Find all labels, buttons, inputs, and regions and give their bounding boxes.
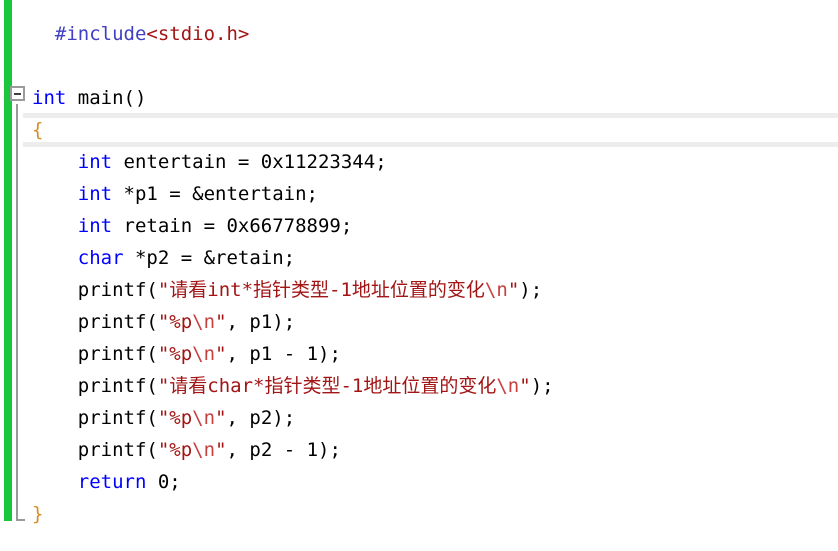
code-token-string: " [519,375,531,397]
code-token-keyword: char [77,247,124,269]
code-line[interactable]: return 0; [0,466,838,498]
code-token-plain: ); [530,375,554,397]
code-token-plain: printf( [77,439,158,461]
code-token-matching-brace: } [32,503,44,525]
code-token-plain: , p1 - 1); [226,343,341,365]
code-token-string: "%p [157,439,193,461]
code-token-string: " [215,311,227,333]
code-token-plain: , p1); [226,311,296,333]
code-token-plain: entertain = 0x11223344; [112,151,387,173]
code-token-keyword: int [77,183,113,205]
code-editor[interactable]: #include<stdio.h> int main() { int enterta… [0,0,838,551]
code-line[interactable]: int retain = 0x66778899; [0,210,838,242]
code-token-plain: printf( [77,375,158,397]
code-line[interactable]: printf("请看char*指针类型-1地址位置的变化\n"); [0,370,838,402]
code-token-keyword: int [77,151,113,173]
code-token-plain: , p2); [226,407,296,429]
code-token-plain: retain = 0x66778899; [112,215,353,237]
code-token-escape: \n [484,279,508,301]
code-token-plain: *p2 = &retain; [123,247,296,269]
code-token-string: "%p [157,311,193,333]
code-token-plain: *p1 = &entertain; [112,183,318,205]
code-line[interactable]: printf("%p\n", p1); [0,306,838,338]
code-token-string: "请看char*指针类型-1地址位置的变化 [157,375,497,397]
code-token-plain: printf( [77,407,158,429]
code-token-string: " [215,343,227,365]
code-token-escape: \n [192,343,216,365]
code-token-string: " [507,279,520,301]
code-token-matching-brace: { [32,119,44,141]
code-token-plain: printf( [77,279,158,301]
code-token-keyword: int [32,87,67,109]
code-line[interactable]: printf("%p\n", p2); [0,402,838,434]
code-token-escape: \n [192,311,216,333]
code-line[interactable]: printf("%p\n", p2 - 1); [0,434,838,466]
code-token-escape: \n [192,439,216,461]
code-text-area[interactable]: #include<stdio.h> int main() { int enterta… [0,0,838,551]
code-token-plain: , p2 - 1); [226,439,341,461]
code-token-preprocessor: #include [54,23,147,45]
code-line[interactable]: printf("%p\n", p1 - 1); [0,338,838,370]
code-token-plain: main() [66,87,147,109]
code-token-header: <stdio.h> [146,23,250,45]
code-token-string: "请看int*指针类型-1地址位置的变化 [157,279,485,301]
code-token-keyword: int [77,215,113,237]
code-token-plain: ); [519,279,543,301]
code-token-string: " [215,407,227,429]
code-token-keyword: return [77,471,147,493]
code-token-escape: \n [496,375,520,397]
code-line[interactable]: { [0,114,838,146]
code-token-escape: \n [192,407,216,429]
code-line[interactable]: int entertain = 0x11223344; [0,146,838,178]
code-line[interactable] [0,50,838,82]
code-line[interactable]: int *p1 = &entertain; [0,178,838,210]
code-token-plain: 0; [146,471,181,493]
code-line[interactable]: #include<stdio.h> [0,18,838,50]
code-token-string: "%p [157,343,193,365]
code-line[interactable]: char *p2 = &retain; [0,242,838,274]
code-token-plain: printf( [77,311,158,333]
code-line[interactable]: int main() [0,82,838,114]
code-token-plain: printf( [77,343,158,365]
code-line[interactable]: } [0,498,838,530]
code-token-string: "%p [157,407,193,429]
code-line[interactable]: printf("请看int*指针类型-1地址位置的变化\n"); [0,274,838,306]
code-token-string: " [215,439,227,461]
